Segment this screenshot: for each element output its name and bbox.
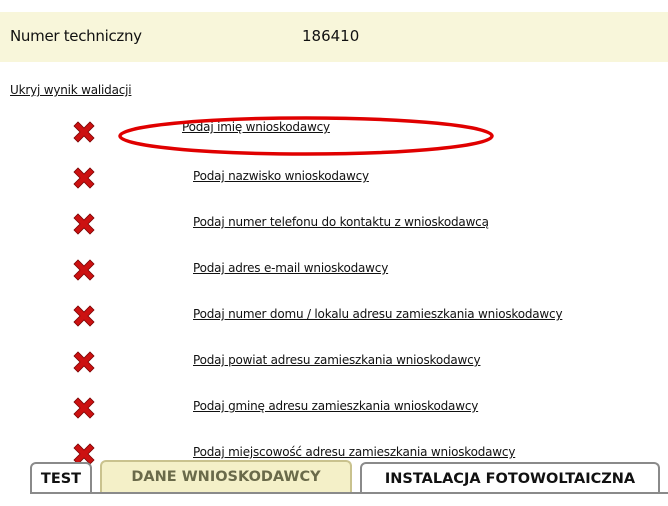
tab-dane-wnioskodawcy[interactable]: DANE WNIOSKODAWCY [100,460,352,492]
red-x-icon [73,397,95,419]
tab-instalacja-fotowoltaiczna[interactable]: INSTALACJA FOTOWOLTAICZNA [360,462,660,492]
technical-number-row: Numer techniczny 186410 [0,12,668,62]
technical-number-label: Numer techniczny [10,27,142,45]
red-x-icon [73,305,95,327]
validation-error-link[interactable]: Podaj adres e-mail wnioskodawcy [193,261,388,275]
validation-error-item: Podaj powiat adresu zamieszkania wniosko… [0,346,668,376]
validation-error-item: Podaj nazwisko wnioskodawcy [0,162,668,192]
red-x-icon [73,121,95,143]
hide-validation-link[interactable]: Ukryj wynik walidacji [10,83,132,97]
technical-number-value: 186410 [302,27,360,45]
validation-error-link[interactable]: Podaj powiat adresu zamieszkania wniosko… [193,353,481,367]
tab-baseline [30,492,668,494]
tab-test[interactable]: TEST [30,462,92,492]
validation-error-link[interactable]: Podaj gminę adresu zamieszkania wnioskod… [193,399,478,413]
red-x-icon [73,167,95,189]
red-x-icon [73,259,95,281]
red-x-icon [73,351,95,373]
validation-error-item: Podaj numer telefonu do kontaktu z wnios… [0,208,668,238]
validation-error-item: Podaj numer domu / lokalu adresu zamiesz… [0,300,668,330]
validation-error-link[interactable]: Podaj nazwisko wnioskodawcy [193,169,369,183]
red-x-icon [73,213,95,235]
validation-error-link[interactable]: Podaj miejscowość adresu zamieszkania wn… [193,445,515,459]
validation-error-link[interactable]: Podaj numer telefonu do kontaktu z wnios… [193,215,489,229]
validation-error-item: Podaj gminę adresu zamieszkania wnioskod… [0,392,668,422]
validation-error-link[interactable]: Podaj numer domu / lokalu adresu zamiesz… [193,307,563,321]
validation-error-item: Podaj adres e-mail wnioskodawcy [0,254,668,284]
validation-error-item: Podaj imię wnioskodawcy [0,116,668,146]
validation-error-link[interactable]: Podaj imię wnioskodawcy [182,120,330,134]
tab-bar: TEST DANE WNIOSKODAWCY INSTALACJA FOTOWOLT… [30,460,668,496]
